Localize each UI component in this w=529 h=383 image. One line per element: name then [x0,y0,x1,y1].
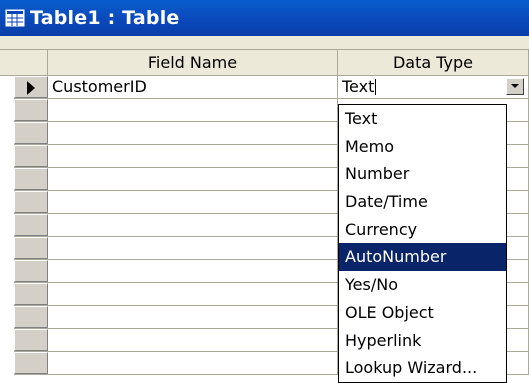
table-row: CustomerID Text [0,76,529,99]
row-selector[interactable] [0,283,48,306]
data-type-value: Text [342,77,375,96]
field-name-cell[interactable] [48,237,338,260]
window-title: Table1 : Table [30,7,180,29]
row-selector[interactable] [0,260,48,283]
select-all-header[interactable] [0,50,48,76]
field-name-cell[interactable] [48,145,338,168]
window-titlebar[interactable]: Table1 : Table [0,0,529,36]
row-selector[interactable] [0,145,48,168]
current-record-arrow-icon [27,81,35,95]
text-caret [375,79,377,95]
field-name-cell[interactable] [48,122,338,145]
dropdown-option-text[interactable]: Text [339,105,506,133]
dropdown-option-autonumber[interactable]: AutoNumber [339,243,506,272]
field-name-cell[interactable] [48,352,338,375]
dropdown-option-hyperlink[interactable]: Hyperlink [339,327,506,355]
column-header-data-type[interactable]: Data Type [338,50,529,76]
field-name-cell[interactable] [48,306,338,329]
table-icon [5,8,25,28]
dropdown-option-currency[interactable]: Currency [339,216,506,244]
field-name-cell[interactable] [48,99,338,122]
field-name-cell[interactable] [48,168,338,191]
field-name-cell[interactable] [48,329,338,352]
field-name-cell[interactable] [48,260,338,283]
row-selector[interactable] [0,76,48,99]
row-selector[interactable] [0,214,48,237]
row-selector[interactable] [0,237,48,260]
field-name-cell[interactable]: CustomerID [48,76,338,99]
dropdown-option-ole-object[interactable]: OLE Object [339,299,506,327]
dropdown-arrow-icon[interactable] [506,78,524,95]
dropdown-option-lookup-wizard[interactable]: Lookup Wizard... [339,354,506,382]
row-selector[interactable] [0,306,48,329]
data-type-dropdown-list[interactable]: Text Memo Number Date/Time Currency Auto… [338,104,507,383]
row-selector[interactable] [0,122,48,145]
row-selector[interactable] [0,168,48,191]
row-selector[interactable] [0,99,48,122]
dropdown-option-number[interactable]: Number [339,160,506,188]
row-selector[interactable] [0,352,48,375]
dropdown-option-yes-no[interactable]: Yes/No [339,271,506,299]
row-selector[interactable] [0,191,48,214]
field-name-cell[interactable] [48,214,338,237]
field-name-cell[interactable] [48,283,338,306]
dropdown-option-memo[interactable]: Memo [339,133,506,161]
data-type-combo[interactable]: Text [338,76,529,99]
field-name-cell[interactable] [48,191,338,214]
grid-top-band [0,36,529,50]
column-header-field-name[interactable]: Field Name [48,50,338,76]
dropdown-option-date-time[interactable]: Date/Time [339,188,506,216]
row-selector[interactable] [0,329,48,352]
